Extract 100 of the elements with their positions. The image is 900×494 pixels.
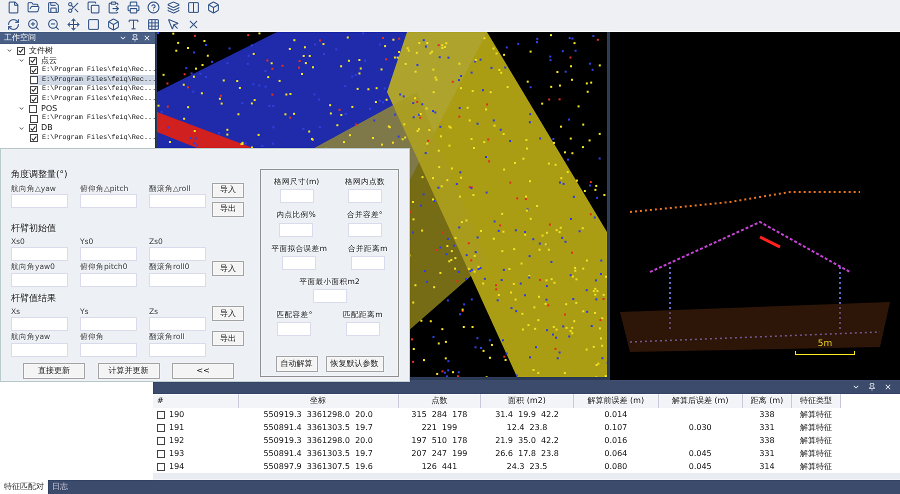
dialog-button[interactable]: 导出 [212, 331, 244, 346]
input-field[interactable] [348, 222, 382, 236]
action-button[interactable]: 自动解算 [276, 356, 318, 372]
expand-icon[interactable] [18, 124, 25, 132]
section-title: 角度调整量(°) [11, 169, 69, 182]
action-button[interactable]: 恢复默认参数 [326, 356, 384, 372]
dialog-button[interactable]: 导出 [212, 202, 244, 216]
input-field[interactable] [149, 194, 206, 208]
bottom-tab[interactable]: 特征匹配对 [0, 480, 48, 494]
column-header[interactable]: 坐标 [238, 394, 398, 408]
input-field[interactable] [11, 342, 68, 356]
checkbox[interactable] [157, 462, 165, 470]
checkbox[interactable] [157, 410, 165, 418]
input-field[interactable] [346, 322, 380, 336]
tree-item[interactable]: 点云 [18, 56, 155, 66]
input-field[interactable] [149, 317, 206, 332]
column-header[interactable]: 面积 (m2) [480, 394, 574, 408]
table-cell: 0.064 [604, 448, 628, 458]
input-field[interactable] [11, 194, 68, 208]
table-cell: 0.016 [604, 436, 628, 444]
input-field[interactable] [279, 222, 314, 236]
input-field[interactable] [280, 189, 314, 204]
table-cell: 解算特征 [800, 422, 832, 432]
checkbox[interactable] [30, 95, 38, 104]
input-field[interactable] [149, 342, 206, 356]
tree-label: POS [41, 104, 58, 113]
input-field[interactable] [80, 194, 137, 208]
close-icon [884, 383, 892, 391]
column-header[interactable]: # [153, 394, 238, 408]
table-cell: 550891.4 3361303.5 19.7 [263, 422, 373, 432]
input-field[interactable] [277, 322, 312, 336]
checkbox[interactable] [17, 46, 25, 55]
table-cell: 26.6 17.8 23.8 [495, 448, 559, 458]
input-field[interactable] [350, 256, 385, 270]
table-cell: 550891.4 3361303.5 19.7 [263, 448, 373, 458]
column-header[interactable]: 解算前误差 (m) [574, 394, 658, 408]
input-field[interactable] [312, 289, 347, 303]
table-cell: 21.9 35.0 42.2 [495, 436, 559, 444]
table-cell: 314 [759, 462, 775, 470]
checkbox[interactable] [30, 134, 38, 142]
checkbox[interactable] [29, 56, 37, 65]
column-header[interactable]: 特征类型 [792, 394, 840, 408]
column-header[interactable]: 点数 [398, 394, 480, 408]
tree-item[interactable]: POS [18, 104, 155, 114]
table-cell: 191 [169, 422, 184, 434]
column-header[interactable]: 距离 (m) [742, 394, 792, 408]
table-cell: 193 [169, 448, 184, 460]
checkbox[interactable] [30, 114, 38, 123]
action-button[interactable]: << [172, 362, 234, 378]
table-cell: 207 247 199 [411, 448, 468, 458]
table-cell: 12.4 23.8 [506, 422, 548, 432]
tree-label: 文件树 [29, 46, 53, 55]
input-field[interactable] [11, 272, 68, 286]
input-field[interactable] [80, 272, 137, 286]
checkbox[interactable] [30, 66, 38, 74]
checkbox[interactable] [157, 436, 165, 444]
scale-label: 5m [818, 338, 832, 350]
input-field[interactable] [282, 256, 316, 270]
table-cell: 31.4 19.9 42.2 [495, 410, 559, 418]
table-cell: 331 [759, 448, 775, 458]
column-header[interactable]: 解算后误差 (m) [658, 394, 742, 408]
action-button[interactable]: 直接更新 [23, 362, 85, 378]
table-cell: 197 510 178 [411, 436, 468, 444]
checkbox[interactable] [29, 124, 37, 132]
dropdown-icon [119, 34, 127, 42]
table-cell: 550919.3 3361298.0 20.0 [263, 436, 373, 444]
dialog-button[interactable]: 导入 [212, 261, 244, 276]
expand-icon[interactable] [6, 47, 13, 54]
dialog-button[interactable]: 导入 [212, 182, 244, 198]
table-cell: 解算特征 [800, 436, 832, 444]
input-field[interactable] [149, 247, 206, 262]
tree-item[interactable]: DB [18, 124, 155, 134]
input-field[interactable] [348, 189, 382, 204]
input-field[interactable] [11, 247, 68, 262]
checkbox[interactable] [157, 424, 165, 432]
input-field[interactable] [11, 317, 68, 332]
dialog-button[interactable]: 导入 [212, 306, 244, 321]
table-cell: 194 [169, 460, 184, 472]
tree-label: 点云 [41, 56, 57, 65]
checkbox[interactable] [30, 86, 38, 94]
tree-item[interactable]: 文件树 [6, 46, 155, 56]
input-field[interactable] [149, 272, 206, 286]
bottom-tab[interactable]: 日志 [48, 480, 72, 494]
panel-title: 工作空间 [4, 32, 36, 44]
checkbox[interactable] [29, 104, 37, 113]
action-button[interactable]: 计算并更新 [98, 362, 160, 378]
table-cell: 192 [169, 434, 184, 446]
pin-icon [131, 34, 139, 42]
input-field[interactable] [80, 342, 137, 356]
table-cell: 221 199 [422, 422, 458, 432]
checkbox[interactable] [30, 76, 38, 84]
table-cell: 338 [759, 436, 775, 444]
table-cell: 550897.9 3361307.5 19.6 [263, 462, 373, 470]
expand-icon[interactable] [18, 57, 25, 64]
input-field[interactable] [80, 247, 137, 262]
expand-icon[interactable] [18, 105, 25, 112]
table-cell: 0.045 [688, 448, 712, 458]
checkbox[interactable] [157, 450, 165, 458]
table-cell: 126 441 [422, 462, 458, 470]
input-field[interactable] [80, 317, 137, 332]
